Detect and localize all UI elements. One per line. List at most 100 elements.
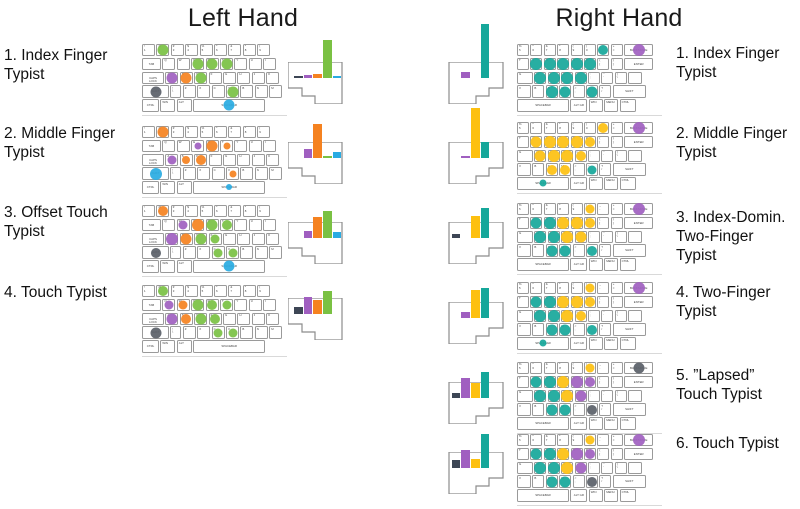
key-b[interactable]: B bbox=[240, 167, 254, 180]
key-b[interactable]: B bbox=[532, 475, 545, 488]
key-z[interactable]: Z bbox=[182, 246, 196, 259]
key-#-3[interactable]: # 3 bbox=[170, 126, 184, 139]
key-win[interactable]: WIN bbox=[160, 260, 176, 273]
key-caps-lock[interactable]: CAPS LOCK bbox=[142, 153, 164, 166]
key-w[interactable]: W bbox=[176, 139, 190, 153]
key-^-6[interactable]: ^ 6 bbox=[530, 434, 543, 447]
key-h[interactable]: H bbox=[237, 232, 251, 245]
key-<-,[interactable]: < , bbox=[572, 85, 585, 98]
key-?-/[interactable]: ? / bbox=[599, 323, 612, 336]
key-}-][interactable]: } ] bbox=[610, 135, 623, 149]
key-%-5[interactable]: % 5 bbox=[199, 205, 213, 218]
key-ctrl[interactable]: CTRL bbox=[142, 181, 159, 194]
key-(-9[interactable]: ( 9 bbox=[257, 285, 271, 298]
key-#-3[interactable]: # 3 bbox=[170, 44, 184, 57]
key-v[interactable]: V bbox=[517, 244, 531, 257]
key-alt-gr[interactable]: ALT GR bbox=[570, 99, 588, 112]
key-+-=[interactable]: + = bbox=[610, 122, 623, 135]
key-ctrl[interactable]: CTRL bbox=[619, 258, 636, 271]
key-x[interactable]: X bbox=[197, 246, 211, 259]
key-$-4[interactable]: $ 4 bbox=[185, 44, 199, 57]
key-f[interactable]: F bbox=[208, 153, 222, 166]
key-y[interactable]: Y bbox=[234, 218, 248, 232]
key-|-\[interactable]: | \ bbox=[614, 309, 627, 322]
key-$-4[interactable]: $ 4 bbox=[185, 205, 199, 218]
key-}-][interactable]: } ] bbox=[610, 447, 623, 461]
key-+-=[interactable]: + = bbox=[610, 362, 623, 375]
key-menu[interactable]: MENU bbox=[604, 177, 619, 190]
key-{-[[interactable]: { [ bbox=[597, 57, 610, 71]
key-!-1[interactable]: ! 1 bbox=[142, 285, 155, 298]
key-alt-gr[interactable]: ALT GR bbox=[570, 337, 588, 350]
key-g[interactable]: G bbox=[223, 312, 236, 325]
key-<-,[interactable]: < , bbox=[572, 163, 585, 176]
key-k[interactable]: K bbox=[266, 232, 280, 245]
key-%-5[interactable]: % 5 bbox=[199, 285, 213, 298]
key-win[interactable]: WIN bbox=[160, 181, 176, 194]
key-i[interactable]: I bbox=[263, 57, 277, 71]
key-%-5[interactable]: % 5 bbox=[517, 434, 529, 447]
key-caps-lock[interactable]: CAPS LOCK bbox=[142, 312, 164, 325]
key-ctrl[interactable]: CTRL bbox=[619, 177, 636, 190]
key-(-9[interactable]: ( 9 bbox=[570, 44, 583, 57]
key-#-3[interactable]: # 3 bbox=[170, 205, 184, 218]
key-ctrl[interactable]: CTRL bbox=[142, 340, 159, 353]
key-z[interactable]: Z bbox=[182, 85, 196, 98]
key-m[interactable]: M bbox=[269, 167, 283, 180]
key-blank[interactable] bbox=[628, 461, 643, 474]
key-”-’[interactable]: ” ’ bbox=[601, 309, 614, 322]
key-y[interactable]: Y bbox=[234, 57, 248, 71]
key-enter[interactable]: ENTER bbox=[624, 216, 654, 230]
key-%-5[interactable]: % 5 bbox=[517, 44, 529, 57]
key-t[interactable]: T bbox=[517, 447, 529, 461]
key-ctrl[interactable]: CTRL bbox=[142, 99, 159, 112]
key-b[interactable]: B bbox=[240, 85, 254, 98]
key-:-;[interactable]: : ; bbox=[588, 389, 600, 402]
key-h[interactable]: H bbox=[237, 71, 251, 84]
key-^-6[interactable]: ^ 6 bbox=[214, 205, 227, 218]
key-?-/[interactable]: ? / bbox=[599, 163, 612, 176]
key-tab[interactable]: TAB bbox=[142, 57, 161, 71]
key-q[interactable]: Q bbox=[162, 57, 176, 71]
key-”-’[interactable]: ” ’ bbox=[601, 230, 614, 243]
key-_--[interactable]: _ - bbox=[597, 282, 610, 295]
key-¦-\[interactable]: ¦ \ bbox=[170, 326, 182, 339]
key-&-7[interactable]: & 7 bbox=[228, 285, 242, 298]
key-v[interactable]: V bbox=[517, 475, 531, 488]
key-|-\[interactable]: | \ bbox=[614, 149, 627, 162]
key-n[interactable]: N bbox=[254, 246, 268, 259]
key-win[interactable]: WIN bbox=[588, 258, 603, 271]
key-win[interactable]: WIN bbox=[588, 177, 603, 190]
key-menu[interactable]: MENU bbox=[604, 258, 619, 271]
key-tab[interactable]: TAB bbox=[142, 139, 161, 153]
key-%-5[interactable]: % 5 bbox=[517, 362, 529, 375]
key-enter[interactable]: ENTER bbox=[624, 295, 654, 309]
key-(-9[interactable]: ( 9 bbox=[257, 126, 271, 139]
key-?-/[interactable]: ? / bbox=[599, 244, 612, 257]
key-$-4[interactable]: $ 4 bbox=[185, 285, 199, 298]
key-enter[interactable]: ENTER bbox=[624, 135, 654, 149]
key-v[interactable]: V bbox=[517, 323, 531, 336]
key-shift[interactable]: SHIFT bbox=[612, 323, 646, 336]
key-”-’[interactable]: ” ’ bbox=[601, 389, 614, 402]
key-b[interactable]: B bbox=[532, 163, 545, 176]
key-{-[[interactable]: { [ bbox=[597, 375, 610, 389]
key-y[interactable]: Y bbox=[234, 139, 248, 153]
key-win[interactable]: WIN bbox=[588, 337, 603, 350]
key-ctrl[interactable]: CTRL bbox=[619, 417, 636, 430]
key-u[interactable]: U bbox=[248, 139, 262, 153]
key-q[interactable]: Q bbox=[162, 218, 176, 232]
key-spacebar[interactable]: SPACEBAR bbox=[517, 417, 569, 430]
key-:-;[interactable]: : ; bbox=[588, 149, 600, 162]
key-<-,[interactable]: < , bbox=[572, 403, 585, 416]
key-i[interactable]: I bbox=[263, 139, 277, 153]
key-shift[interactable]: SHIFT bbox=[612, 244, 646, 257]
key-%-5[interactable]: % 5 bbox=[199, 44, 213, 57]
key-}-][interactable]: } ] bbox=[610, 295, 623, 309]
key-&-7[interactable]: & 7 bbox=[228, 205, 242, 218]
key-:-;[interactable]: : ; bbox=[588, 309, 600, 322]
key-&-7[interactable]: & 7 bbox=[543, 122, 556, 135]
key-g[interactable]: G bbox=[517, 461, 533, 474]
key-alt[interactable]: ALT bbox=[176, 181, 192, 194]
key-<-,[interactable]: < , bbox=[572, 244, 585, 257]
